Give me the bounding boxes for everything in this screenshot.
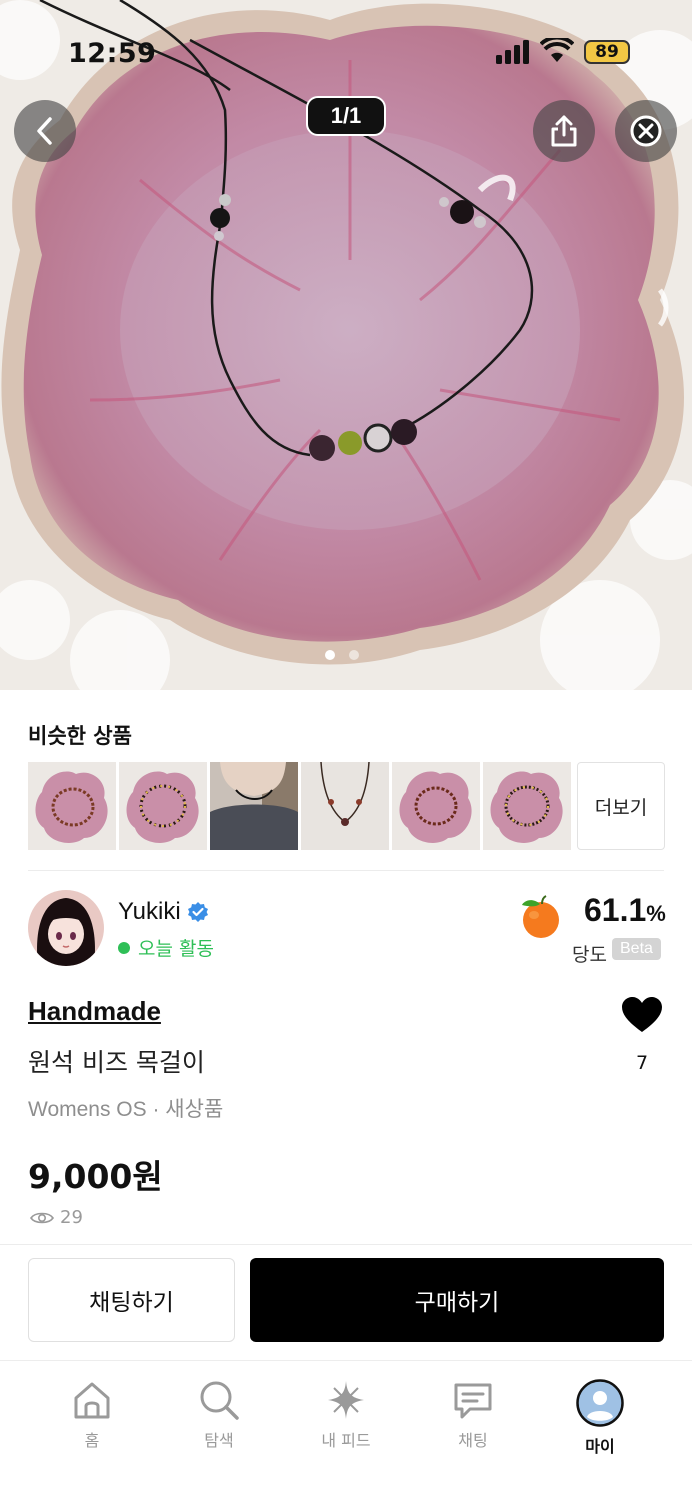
view-count-value: 29 <box>60 1207 83 1228</box>
image-counter: 1/1 <box>306 96 386 136</box>
chat-icon <box>454 1383 492 1419</box>
product-image-gallery[interactable]: 12:59 89 1/1 <box>0 0 692 690</box>
product-meta: Womens OS · 새상품 <box>28 1098 224 1121</box>
pagination-dot-active <box>325 650 335 660</box>
profile-icon <box>576 1379 624 1427</box>
similar-products-title: 비슷한 상품 <box>28 724 132 748</box>
tab-label: 탐색 <box>204 1431 234 1450</box>
similar-product-thumb[interactable] <box>119 762 207 850</box>
sweetness-unit: % <box>646 901 666 926</box>
similar-product-thumb[interactable] <box>392 762 480 850</box>
view-count: 29 <box>30 1207 83 1228</box>
close-button[interactable] <box>615 100 677 162</box>
battery-indicator: 89 <box>584 40 630 64</box>
seller-name-row[interactable]: Yukiki <box>118 898 209 926</box>
thumb-image <box>483 762 571 850</box>
share-icon <box>551 115 577 147</box>
tab-search[interactable]: 탐색 <box>159 1379 279 1451</box>
similar-product-thumb[interactable] <box>483 762 571 850</box>
status-bar: 12:59 89 <box>0 36 692 72</box>
online-dot-icon <box>118 941 130 954</box>
like-count: 7 <box>636 1052 649 1074</box>
sweetness-label: 당도 <box>572 944 607 966</box>
search-icon <box>200 1381 239 1420</box>
avatar-image <box>28 890 104 966</box>
chevron-left-icon <box>37 117 52 145</box>
gallery-pagination <box>325 650 359 660</box>
section-divider <box>28 870 664 871</box>
tab-my-feed[interactable]: 내 피드 <box>286 1379 406 1451</box>
thumb-image <box>28 762 116 850</box>
seller-activity: 오늘 활동 <box>118 934 214 961</box>
bottom-tab-bar: 홈 탐색 내 피드 채팅 마이 <box>0 1360 692 1500</box>
tab-my[interactable]: 마이 <box>540 1379 660 1457</box>
chat-button[interactable]: 채팅하기 <box>28 1258 235 1342</box>
beta-badge: Beta <box>612 938 661 960</box>
thumb-image <box>119 762 207 850</box>
heart-icon[interactable] <box>621 996 663 1034</box>
see-more-button[interactable]: 더보기 <box>577 762 665 850</box>
pagination-dot <box>349 650 359 660</box>
tab-label: 내 피드 <box>321 1431 371 1450</box>
section-divider <box>0 1244 692 1245</box>
peach-icon <box>522 895 559 938</box>
status-time: 12:59 <box>68 38 157 69</box>
share-button[interactable] <box>533 100 595 162</box>
similar-products-list: 더보기 <box>28 762 665 850</box>
tab-home[interactable]: 홈 <box>32 1379 152 1451</box>
seller-name: Yukiki <box>118 898 181 925</box>
close-icon <box>630 115 662 147</box>
verified-icon <box>187 902 208 922</box>
similar-product-thumb[interactable] <box>301 762 389 850</box>
product-price: 9,000원 <box>28 1157 163 1196</box>
thumb-image <box>301 762 389 850</box>
signal-icon <box>496 40 529 64</box>
brand-link[interactable]: Handmade <box>28 996 161 1027</box>
thumb-image <box>210 762 298 850</box>
tab-label: 홈 <box>84 1431 100 1450</box>
back-button[interactable] <box>14 100 76 162</box>
similar-product-thumb[interactable] <box>28 762 116 850</box>
eye-icon <box>30 1212 54 1223</box>
seller-avatar[interactable] <box>28 890 104 966</box>
tab-label: 채팅 <box>458 1431 488 1450</box>
sweetness-score: 61.1% <box>584 892 666 929</box>
product-title: 원석 비즈 목걸이 <box>28 1048 205 1077</box>
tab-chat[interactable]: 채팅 <box>413 1379 533 1451</box>
similar-product-thumb[interactable] <box>210 762 298 850</box>
activity-text: 오늘 활동 <box>138 938 214 960</box>
sparkle-icon <box>328 1381 364 1419</box>
buy-button[interactable]: 구매하기 <box>250 1258 664 1342</box>
thumb-image <box>392 762 480 850</box>
wifi-icon <box>540 38 574 62</box>
home-icon <box>74 1382 110 1419</box>
sweetness-value: 61.1 <box>584 892 647 928</box>
tab-label: 마이 <box>585 1437 615 1456</box>
